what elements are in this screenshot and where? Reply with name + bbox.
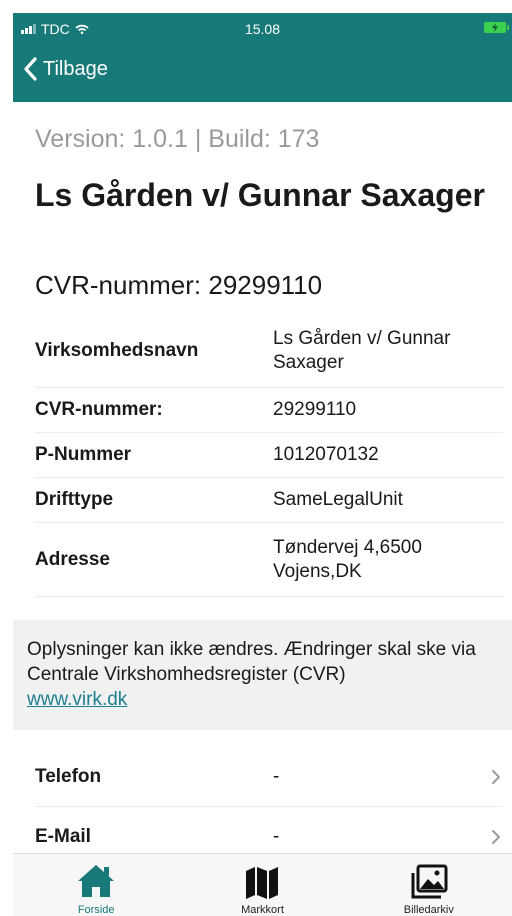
version-text: Version: 1.0.1 | Build: 173	[35, 125, 320, 153]
info-label: Adresse	[35, 548, 110, 570]
back-button[interactable]: Tilbage	[23, 57, 108, 81]
info-value: 1012070132	[273, 444, 379, 465]
back-label: Tilbage	[43, 57, 108, 80]
contact-label: E-Mail	[35, 825, 91, 847]
info-row-cvr: CVR-nummer: 29299110	[35, 388, 503, 433]
contact-list: Telefon - E-Mail -	[35, 747, 503, 867]
virk-link[interactable]: www.virk.dk	[27, 689, 127, 710]
tab-forside[interactable]: Forside	[13, 854, 179, 916]
info-row-drifttype: Drifttype SameLegalUnit	[35, 478, 503, 523]
map-icon	[246, 867, 279, 899]
info-row-address: Adresse Tøndervej 4,6500 Vojens,DK	[35, 523, 503, 597]
info-label: Drifttype	[35, 489, 114, 510]
contact-value: -	[273, 825, 280, 847]
company-info-table: Virksomhedsnavn Ls Gården v/ Gunnar Saxa…	[35, 315, 503, 597]
header-bar: TDC 15.08 Tilbage	[13, 13, 512, 102]
contact-row-phone[interactable]: Telefon -	[35, 747, 503, 807]
chevron-left-icon	[24, 57, 37, 81]
home-icon	[78, 865, 115, 897]
battery-icon	[484, 22, 509, 33]
contact-label: Telefon	[35, 765, 102, 787]
contact-value: -	[273, 765, 280, 787]
cvr-heading: CVR-nummer: 29299110	[35, 270, 323, 300]
status-bar: TDC 15.08	[13, 13, 512, 43]
app-screen: TDC 15.08 Tilbage Version: 1.0.1 | Build…	[13, 13, 512, 916]
tab-bar: Forside Markkort Billedarkiv	[13, 853, 512, 916]
tab-billedarkiv[interactable]: Billedarkiv	[346, 854, 512, 916]
status-time: 15.08	[244, 21, 281, 37]
photo-archive-icon	[411, 864, 448, 899]
tab-label: Billedarkiv	[403, 904, 454, 916]
info-row-name: Virksomhedsnavn Ls Gården v/ Gunnar Saxa…	[35, 315, 503, 388]
info-label: P-Nummer	[35, 444, 132, 465]
info-value: SameLegalUnit	[273, 489, 403, 510]
chevron-right-icon	[492, 830, 500, 844]
info-notice: Oplysninger kan ikke ændres. Ændringer s…	[13, 620, 512, 730]
chevron-right-icon	[492, 770, 500, 784]
tab-markkort[interactable]: Markkort	[179, 854, 345, 916]
info-row-pnummer: P-Nummer 1012070132	[35, 433, 503, 478]
notice-text: Oplysninger kan ikke ændres. Ændringer s…	[27, 639, 476, 685]
company-title: Ls Gården v/ Gunnar Saxager	[35, 177, 485, 213]
info-label: CVR-nummer:	[35, 399, 163, 420]
info-value: Ls Gården v/ Gunnar Saxager	[273, 328, 451, 373]
info-value: 29299110	[273, 399, 357, 420]
tab-label: Forside	[77, 904, 115, 916]
tab-label: Markkort	[241, 904, 284, 916]
info-value: Tøndervej 4,6500 Vojens,DK	[273, 536, 422, 582]
info-label: Virksomhedsnavn	[35, 340, 199, 361]
